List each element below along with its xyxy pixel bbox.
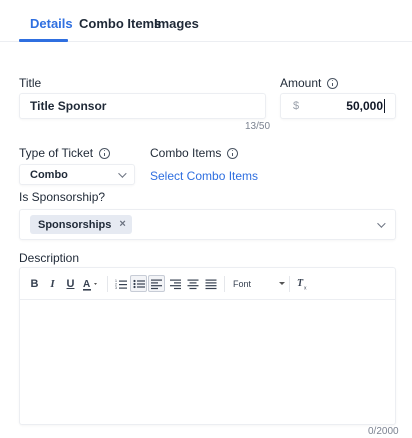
toolbar-divider xyxy=(107,275,108,292)
ordered-list-icon[interactable]: 123 xyxy=(112,275,129,292)
ticket-type-label-text: Type of Ticket xyxy=(19,146,94,160)
tab-bar: Details Combo Items Images xyxy=(0,0,412,42)
align-justify-icon[interactable] xyxy=(202,275,219,292)
tab-combo-items[interactable]: Combo Items xyxy=(79,16,161,31)
info-icon[interactable] xyxy=(227,147,239,159)
title-label-text: Title xyxy=(19,76,42,90)
description-label-text: Description xyxy=(19,251,80,265)
editor-content-area[interactable] xyxy=(20,301,395,425)
italic-icon[interactable]: I xyxy=(44,275,61,292)
combo-items-label: Combo Items xyxy=(150,146,239,160)
description-editor: B I U A 123 Font Tx xyxy=(19,267,396,425)
svg-text:x: x xyxy=(304,286,307,291)
align-center-icon[interactable] xyxy=(184,275,201,292)
clear-format-icon[interactable]: Tx xyxy=(294,275,311,292)
text-color-icon[interactable]: A xyxy=(80,275,102,292)
title-char-counter: 13/50 xyxy=(245,121,271,132)
sponsorship-select[interactable]: Sponsorships × xyxy=(19,209,396,240)
editor-toolbar: B I U A 123 Font Tx xyxy=(20,268,395,300)
caret-down-icon xyxy=(279,282,285,285)
toolbar-divider xyxy=(289,275,290,292)
ticket-type-select[interactable]: Combo xyxy=(19,164,135,185)
align-left-icon[interactable] xyxy=(148,275,165,292)
description-label: Description xyxy=(19,251,79,265)
sponsorship-label-text: Is Sponsorship? xyxy=(19,190,106,204)
bullet-list-icon[interactable] xyxy=(130,275,147,292)
amount-input-value: 50,000 xyxy=(346,99,385,113)
font-select[interactable]: Font xyxy=(233,279,285,289)
amount-input[interactable]: $ 50,000 xyxy=(280,93,396,119)
svg-text:3: 3 xyxy=(115,286,117,290)
ticket-type-label: Type of Ticket xyxy=(19,146,111,160)
info-icon[interactable] xyxy=(99,147,111,159)
combo-items-label-text: Combo Items xyxy=(150,146,222,160)
amount-label-text: Amount xyxy=(280,76,322,90)
amount-label: Amount xyxy=(280,76,339,90)
chevron-down-icon xyxy=(118,168,127,178)
svg-text:T: T xyxy=(297,278,304,289)
tab-images[interactable]: Images xyxy=(154,16,199,31)
underline-icon[interactable]: U xyxy=(62,275,79,292)
sponsorship-chip: Sponsorships × xyxy=(30,215,132,234)
active-tab-indicator xyxy=(19,39,68,42)
title-input-value: Title Sponsor xyxy=(30,99,107,113)
title-input[interactable]: Title Sponsor xyxy=(19,93,266,119)
ticket-type-value: Combo xyxy=(30,168,68,181)
toolbar-divider xyxy=(224,275,225,292)
bold-icon[interactable]: B xyxy=(26,275,43,292)
select-combo-items-link[interactable]: Select Combo Items xyxy=(150,169,258,183)
chevron-down-icon[interactable] xyxy=(377,218,386,228)
font-select-label: Font xyxy=(233,278,252,289)
description-char-counter: 0/2000 xyxy=(368,426,399,437)
currency-prefix: $ xyxy=(293,100,300,112)
sponsorship-chip-label: Sponsorships xyxy=(38,218,112,231)
sponsorship-label: Is Sponsorship? xyxy=(19,190,105,204)
tab-details[interactable]: Details xyxy=(30,16,73,31)
align-right-icon[interactable] xyxy=(166,275,183,292)
chip-remove-icon[interactable]: × xyxy=(119,219,125,230)
title-label: Title xyxy=(19,76,41,90)
svg-text:A: A xyxy=(83,279,90,290)
info-icon[interactable] xyxy=(327,77,339,89)
